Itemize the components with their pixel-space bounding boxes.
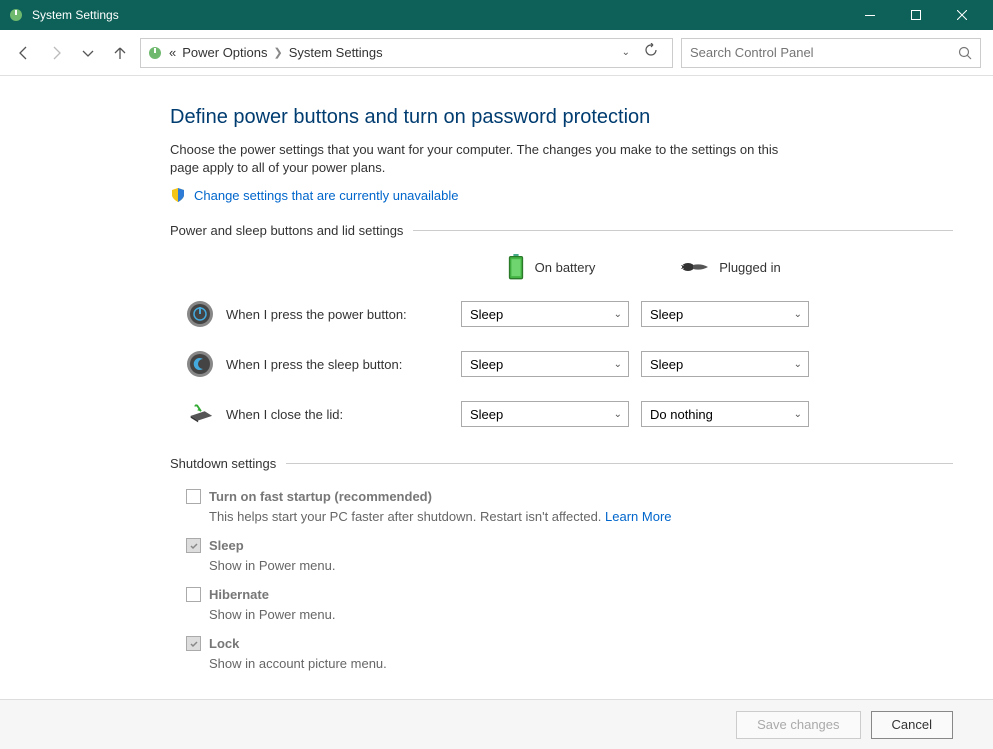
maximize-button[interactable] xyxy=(893,0,939,30)
refresh-button[interactable] xyxy=(636,43,666,62)
up-button[interactable] xyxy=(108,41,132,65)
save-button[interactable]: Save changes xyxy=(736,711,860,739)
row-label-sleep: When I press the sleep button: xyxy=(186,350,461,378)
change-settings-link-row: Change settings that are currently unava… xyxy=(170,187,953,203)
sleep-button-plugged-select[interactable]: Sleep⌄ xyxy=(641,351,809,377)
power-button-icon xyxy=(186,300,214,328)
fast-startup-desc: This helps start your PC faster after sh… xyxy=(209,509,605,524)
column-battery: On battery xyxy=(461,254,641,280)
window-title: System Settings xyxy=(32,8,847,22)
power-options-icon xyxy=(147,45,163,61)
page-title: Define power buttons and turn on passwor… xyxy=(170,106,953,129)
shutdown-section-header: Shutdown settings xyxy=(170,456,953,471)
breadcrumb: « Power Options ❯ System Settings xyxy=(169,45,616,60)
checkbox-fast-startup[interactable] xyxy=(186,489,201,504)
row-close-lid: When I close the lid: Sleep⌄ Do nothing⌄ xyxy=(186,400,816,428)
footer: Save changes Cancel xyxy=(0,699,993,749)
row-power-button: When I press the power button: Sleep⌄ Sl… xyxy=(186,300,816,328)
row-sleep-button: When I press the sleep button: Sleep⌄ Sl… xyxy=(186,350,816,378)
checkbox-hibernate[interactable] xyxy=(186,587,201,602)
title-bar: System Settings xyxy=(0,0,993,30)
checkbox-sleep[interactable] xyxy=(186,538,201,553)
breadcrumb-system-settings[interactable]: System Settings xyxy=(289,45,383,60)
window-controls xyxy=(847,0,985,30)
grid-header: On battery Plugged in xyxy=(186,254,816,280)
chevron-down-icon: ⌄ xyxy=(614,309,622,320)
power-button-battery-select[interactable]: Sleep⌄ xyxy=(461,301,629,327)
search-input[interactable] xyxy=(690,45,958,60)
lock-desc: Show in account picture menu. xyxy=(209,656,387,671)
row-label-lid: When I close the lid: xyxy=(186,400,461,428)
forward-button[interactable] xyxy=(44,41,68,65)
chevron-down-icon: ⌄ xyxy=(794,409,802,420)
chevron-down-icon: ⌄ xyxy=(794,309,802,320)
back-button[interactable] xyxy=(12,41,36,65)
content-area: Define power buttons and turn on passwor… xyxy=(0,76,993,699)
chevron-down-icon: ⌄ xyxy=(794,359,802,370)
cancel-button[interactable]: Cancel xyxy=(871,711,953,739)
check-hibernate: Hibernate Show in Power menu. xyxy=(186,585,953,624)
checkbox-lock[interactable] xyxy=(186,636,201,651)
power-section-header: Power and sleep buttons and lid settings xyxy=(170,223,953,238)
chevron-down-icon: ⌄ xyxy=(614,359,622,370)
shutdown-items: Turn on fast startup (recommended) This … xyxy=(186,487,953,673)
recent-button[interactable] xyxy=(76,41,100,65)
page-description: Choose the power settings that you want … xyxy=(170,141,810,177)
app-icon xyxy=(8,7,24,23)
minimize-button[interactable] xyxy=(847,0,893,30)
chevron-right-icon: ❯ xyxy=(274,46,283,59)
change-settings-link[interactable]: Change settings that are currently unava… xyxy=(194,188,459,203)
plug-icon xyxy=(681,258,709,276)
address-bar[interactable]: « Power Options ❯ System Settings ⌄ xyxy=(140,38,673,68)
breadcrumb-power-options[interactable]: Power Options xyxy=(182,45,267,60)
close-button[interactable] xyxy=(939,0,985,30)
hibernate-desc: Show in Power menu. xyxy=(209,607,335,622)
sleep-desc: Show in Power menu. xyxy=(209,558,335,573)
sleep-label: Sleep xyxy=(209,538,244,553)
laptop-lid-icon xyxy=(186,400,214,428)
power-button-plugged-select[interactable]: Sleep⌄ xyxy=(641,301,809,327)
sleep-button-icon xyxy=(186,350,214,378)
check-fast-startup: Turn on fast startup (recommended) This … xyxy=(186,487,953,526)
column-plugged: Plugged in xyxy=(641,258,821,276)
learn-more-link[interactable]: Learn More xyxy=(605,509,671,524)
hibernate-label: Hibernate xyxy=(209,587,269,602)
check-lock: Lock Show in account picture menu. xyxy=(186,634,953,673)
power-grid: On battery Plugged in When I press the p… xyxy=(186,254,816,428)
shutdown-section: Shutdown settings Turn on fast startup (… xyxy=(170,456,953,673)
battery-icon xyxy=(507,254,525,280)
shield-icon xyxy=(170,187,186,203)
row-label-power: When I press the power button: xyxy=(186,300,461,328)
search-box[interactable] xyxy=(681,38,981,68)
breadcrumb-prefix: « xyxy=(169,45,176,60)
lock-label: Lock xyxy=(209,636,239,651)
toolbar: « Power Options ❯ System Settings ⌄ xyxy=(0,30,993,76)
fast-startup-label: Turn on fast startup (recommended) xyxy=(209,489,432,504)
lid-plugged-select[interactable]: Do nothing⌄ xyxy=(641,401,809,427)
sleep-button-battery-select[interactable]: Sleep⌄ xyxy=(461,351,629,377)
lid-battery-select[interactable]: Sleep⌄ xyxy=(461,401,629,427)
address-dropdown-icon[interactable]: ⌄ xyxy=(622,47,630,58)
search-icon xyxy=(958,46,972,60)
chevron-down-icon: ⌄ xyxy=(614,409,622,420)
check-sleep: Sleep Show in Power menu. xyxy=(186,536,953,575)
